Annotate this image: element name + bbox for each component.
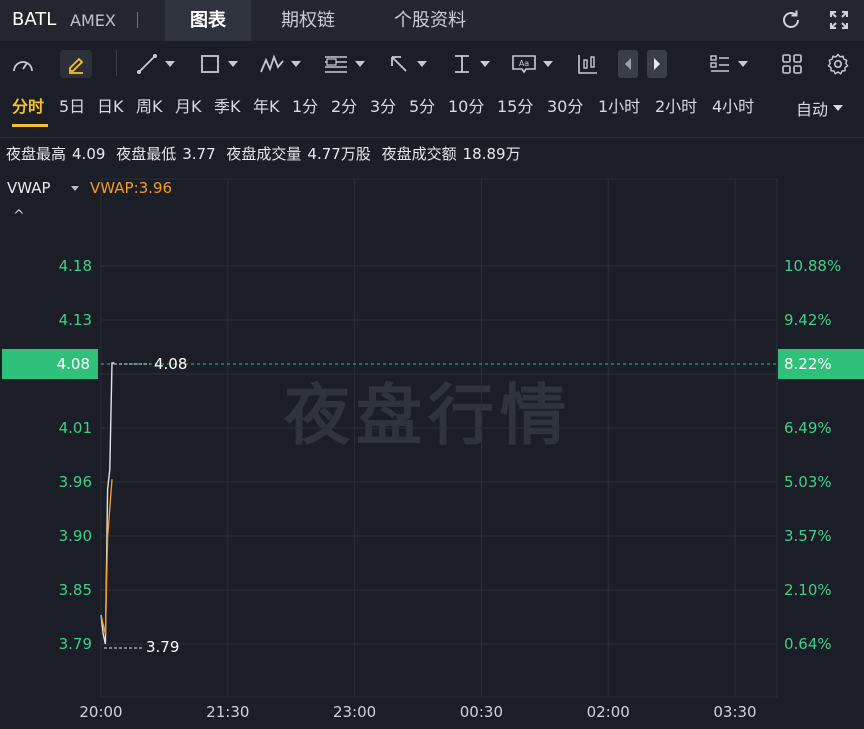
x-tick-label: 23:00 <box>332 703 377 721</box>
y-tick-label-left: 4.18 <box>58 257 92 275</box>
x-tick-label: 02:00 <box>586 703 630 721</box>
y-tick-label-left: 3.85 <box>58 581 92 599</box>
low-price-label: 3.79 <box>146 638 180 656</box>
y-tick-label-left: 3.79 <box>58 635 92 653</box>
y-tick-label-left: 4.01 <box>58 419 92 437</box>
x-tick-label: 20:00 <box>79 703 123 721</box>
vwap-line <box>100 479 113 635</box>
high-price-label: 4.08 <box>154 355 188 373</box>
y-tick-label-left: 3.90 <box>58 527 92 545</box>
y-tick-label-left: 4.13 <box>58 311 92 329</box>
current-price-tag: 4.08 <box>2 349 98 379</box>
x-tick-label: 03:30 <box>713 703 757 721</box>
y-tick-label-right: 10.88% <box>784 257 842 275</box>
y-tick-label-right: 6.49% <box>784 419 832 437</box>
y-tick-label-right: 9.42% <box>784 311 832 329</box>
x-tick-label: 21:30 <box>206 703 250 721</box>
price-chart[interactable] <box>0 0 864 729</box>
y-tick-label-left: 3.96 <box>58 473 92 491</box>
y-tick-label-right: 3.57% <box>784 527 832 545</box>
price-line <box>100 362 115 645</box>
plot-frame <box>100 178 778 698</box>
y-tick-label-right: 5.03% <box>784 473 832 491</box>
x-tick-label: 00:30 <box>459 703 503 721</box>
y-tick-label-right: 2.10% <box>784 581 832 599</box>
current-change-tag: 8.22% <box>778 349 864 379</box>
y-tick-label-right: 0.64% <box>784 635 832 653</box>
